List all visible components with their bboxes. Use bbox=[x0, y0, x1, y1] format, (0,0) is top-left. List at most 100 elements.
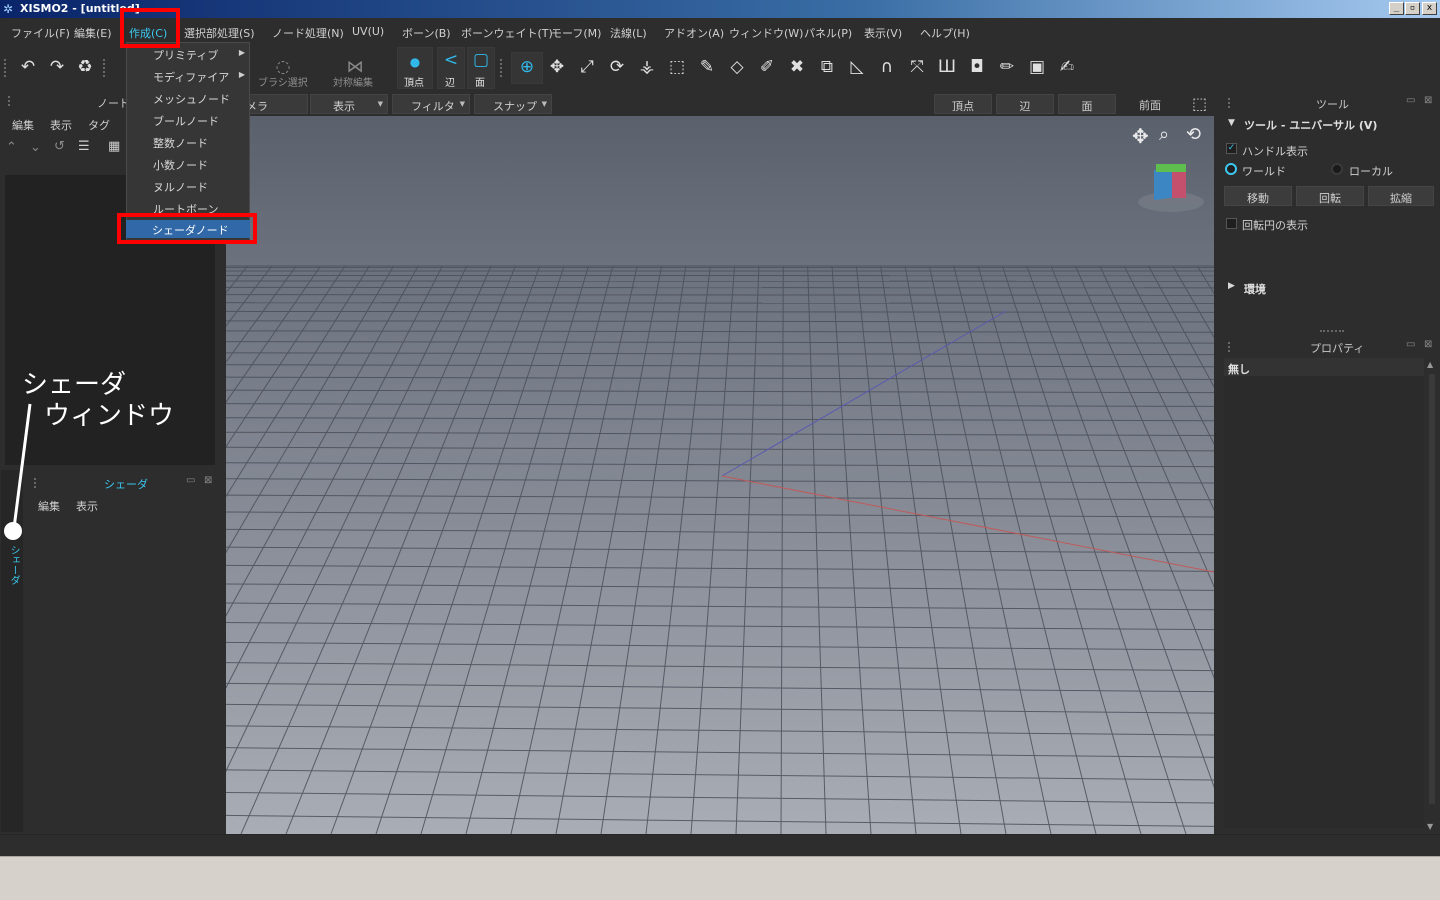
film-icon[interactable]: ▣ bbox=[1024, 54, 1050, 80]
scale-button[interactable]: 拡縮 bbox=[1368, 186, 1434, 206]
expand-arrow-icon[interactable]: ▶ bbox=[1228, 281, 1235, 291]
scroll-down-icon[interactable]: ▼ bbox=[1427, 822, 1433, 831]
bag-icon[interactable]: ◘ bbox=[964, 54, 990, 80]
grid-icon[interactable]: ▦ bbox=[108, 139, 120, 154]
view-front-label[interactable]: 前面 bbox=[1139, 97, 1161, 113]
symmetric-edit-label[interactable]: 対称編集 bbox=[333, 74, 373, 89]
filter-dropdown[interactable]: フィルタ ▼ bbox=[392, 94, 470, 114]
local-radio[interactable] bbox=[1331, 163, 1343, 175]
globe-icon[interactable]: ⊕ bbox=[514, 54, 540, 80]
uv-icon[interactable]: Ш bbox=[934, 54, 960, 80]
close-button[interactable]: x bbox=[1422, 2, 1437, 15]
node-menu-view[interactable]: 表示 bbox=[50, 117, 72, 133]
handle-display-checkbox[interactable]: ✓ bbox=[1226, 143, 1237, 154]
edge-icon[interactable]: < bbox=[438, 47, 464, 73]
edge-filter-button[interactable]: 辺 bbox=[996, 94, 1054, 114]
move-up-icon[interactable]: ⌃ bbox=[6, 140, 17, 155]
panel-minimize-icon[interactable]: ▭ bbox=[186, 475, 195, 486]
menu-bone[interactable]: ボーン(B) bbox=[402, 25, 451, 41]
view-cube-icon[interactable]: ⬚ bbox=[1192, 94, 1207, 113]
rotate-button[interactable]: 回転 bbox=[1296, 186, 1364, 206]
menu-uv[interactable]: UV(U) bbox=[352, 25, 384, 38]
vertex-icon[interactable]: ● bbox=[402, 49, 428, 75]
scroll-thumb[interactable] bbox=[1429, 374, 1435, 804]
menu-addon[interactable]: アドオン(A) bbox=[664, 25, 724, 41]
panel-grip[interactable] bbox=[1228, 98, 1232, 108]
collapse-arrow-icon[interactable]: ▼ bbox=[1228, 118, 1235, 128]
knife-icon[interactable]: ✐ bbox=[754, 54, 780, 80]
menu-help[interactable]: ヘルプ(H) bbox=[920, 25, 970, 41]
menu-item-primitive[interactable]: プリミティブ bbox=[153, 47, 218, 63]
eraser-icon[interactable]: ◇ bbox=[724, 54, 750, 80]
toolbar-grip[interactable] bbox=[4, 59, 8, 77]
menu-item-float-node[interactable]: 小数ノード bbox=[153, 157, 208, 173]
vertex-filter-button[interactable]: 頂点 bbox=[934, 94, 992, 114]
menu-item-null-node[interactable]: ヌルノード bbox=[153, 179, 208, 195]
reset-icon[interactable]: ↺ bbox=[54, 139, 65, 154]
face-filter-button[interactable]: 面 bbox=[1058, 94, 1116, 114]
edge-mode-label[interactable]: 辺 bbox=[445, 74, 455, 89]
undo-icon[interactable]: ↶ bbox=[15, 54, 41, 80]
brush-icon[interactable]: ✏ bbox=[994, 54, 1020, 80]
toolbar-grip[interactable] bbox=[500, 59, 504, 77]
menu-item-mesh-node[interactable]: メッシュノード bbox=[153, 91, 230, 107]
node-menu-tag[interactable]: タグ bbox=[88, 117, 110, 133]
view-dropdown[interactable]: 表示 ▼ bbox=[310, 94, 388, 114]
scroll-up-icon[interactable]: ▲ bbox=[1427, 360, 1433, 369]
menu-item-int-node[interactable]: 整数ノード bbox=[153, 135, 208, 151]
rotate-icon[interactable]: ⟳ bbox=[604, 54, 630, 80]
panel-grip[interactable] bbox=[8, 96, 12, 106]
move-button[interactable]: 移動 bbox=[1224, 186, 1292, 206]
pencil-icon[interactable]: ✎ bbox=[694, 54, 720, 80]
snap-dropdown[interactable]: スナップ ▼ bbox=[474, 94, 552, 114]
face-icon[interactable]: ▢ bbox=[468, 47, 494, 73]
panel-close-icon[interactable]: ⊠ bbox=[1424, 339, 1432, 350]
menu-bone-weight[interactable]: ボーンウェイト(T) bbox=[461, 25, 553, 41]
panel-grip[interactable] bbox=[1228, 342, 1232, 352]
recycle-icon[interactable]: ♻ bbox=[72, 54, 98, 80]
properties-scrollbar[interactable]: ▲ ▼ bbox=[1426, 360, 1438, 831]
pan-icon[interactable]: ✥ bbox=[1132, 124, 1149, 148]
menu-file[interactable]: ファイル(F) bbox=[11, 25, 70, 41]
arch-icon[interactable]: ∩ bbox=[874, 54, 900, 80]
panel-minimize-icon[interactable]: ▭ bbox=[1406, 339, 1415, 350]
menu-item-modifier[interactable]: モディファイア bbox=[153, 69, 229, 85]
brush-select-label[interactable]: ブラシ選択 bbox=[258, 74, 308, 89]
panel-close-icon[interactable]: ⊠ bbox=[1424, 95, 1432, 106]
panel-minimize-icon[interactable]: ▭ bbox=[1406, 95, 1415, 106]
shader-menu-view[interactable]: 表示 bbox=[76, 498, 98, 514]
menu-panel[interactable]: パネル(P) bbox=[804, 25, 852, 41]
box-icon[interactable]: ⧉ bbox=[814, 54, 840, 80]
menu-window[interactable]: ウィンドウ(W) bbox=[729, 25, 803, 41]
rect-select-icon[interactable]: ⬚ bbox=[664, 54, 690, 80]
world-radio[interactable] bbox=[1225, 163, 1237, 175]
zoom-icon[interactable]: ⌕ bbox=[1159, 124, 1169, 145]
merge-icon[interactable]: ✖ bbox=[784, 54, 810, 80]
menu-item-bool-node[interactable]: ブールノード bbox=[153, 113, 219, 129]
toolbar-grip[interactable] bbox=[103, 59, 107, 77]
scale-icon[interactable]: ⤢ bbox=[574, 54, 600, 80]
axis-icon[interactable]: ⚶ bbox=[634, 54, 660, 80]
list-icon[interactable]: ☰ bbox=[78, 139, 90, 154]
panel-close-icon[interactable]: ⊠ bbox=[204, 475, 212, 486]
menu-view[interactable]: 表示(V) bbox=[864, 25, 902, 41]
face-mode-label[interactable]: 面 bbox=[475, 74, 485, 89]
rotation-circle-checkbox[interactable] bbox=[1226, 218, 1237, 229]
3d-viewport[interactable]: ✥ ⌕ ⟲ bbox=[226, 116, 1214, 834]
move-down-icon[interactable]: ⌄ bbox=[30, 140, 41, 155]
orbit-icon[interactable]: ⟲ bbox=[1186, 124, 1201, 145]
shader-tab-label[interactable]: シェーダ bbox=[6, 545, 21, 585]
minimize-button[interactable]: _ bbox=[1389, 2, 1404, 15]
menu-node[interactable]: ノード処理(N) bbox=[272, 25, 344, 41]
redo-icon[interactable]: ↷ bbox=[44, 54, 70, 80]
menu-morph[interactable]: モーフ(M) bbox=[551, 25, 601, 41]
orientation-cube[interactable] bbox=[1138, 164, 1204, 212]
shader-menu-edit[interactable]: 編集 bbox=[38, 498, 60, 514]
bevel-icon[interactable]: ◺ bbox=[844, 54, 870, 80]
edit-icon[interactable]: ✍ bbox=[1054, 54, 1080, 80]
menu-edit[interactable]: 編集(E) bbox=[74, 25, 112, 41]
menu-selection[interactable]: 選択部処理(S) bbox=[184, 25, 255, 41]
restore-button[interactable]: ▫ bbox=[1405, 2, 1420, 15]
collapse-icon[interactable]: ⤧ bbox=[904, 54, 930, 80]
environment-section[interactable]: 環境 bbox=[1244, 281, 1266, 297]
